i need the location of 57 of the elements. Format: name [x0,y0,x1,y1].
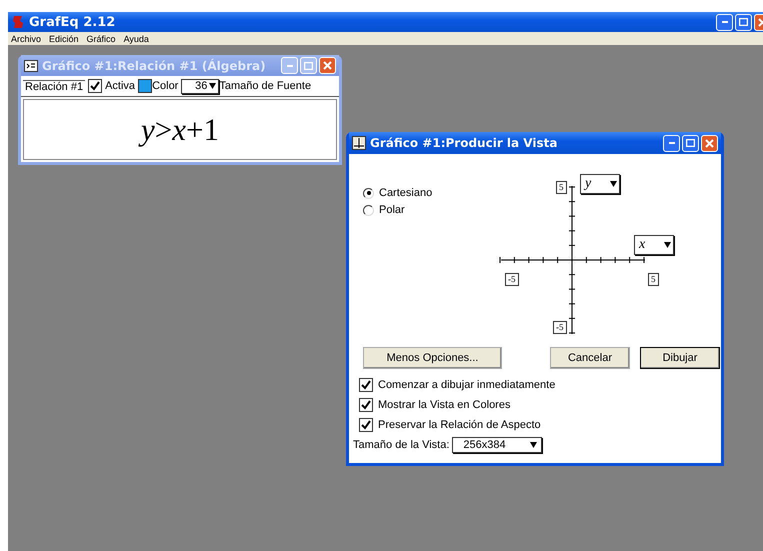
minimize-icon [722,21,728,23]
equation-icon [24,58,38,72]
maximize-icon [304,62,313,70]
view-size-dropdown[interactable]: 256x384 [452,437,542,453]
window-title: GrafEq 2.12 [29,14,116,30]
caret-icon [530,442,538,448]
option-checkbox[interactable] [359,378,373,392]
minimize-icon [286,64,292,66]
y-max-field[interactable]: 5 [556,181,566,194]
app-icon [11,15,25,29]
window-title: Gráfico #1:Producir la Vista [370,136,558,150]
maximize-button[interactable] [682,134,699,152]
option-checkbox[interactable] [359,398,373,412]
menu-item[interactable]: Archivo [11,34,42,44]
radio-label: Polar [379,204,405,216]
option-checkbox[interactable] [359,418,373,432]
menu-item[interactable]: Edición [49,34,79,44]
caret-icon [209,83,216,89]
menu-item[interactable]: Ayuda [124,34,149,44]
dialog-button[interactable]: Menos Opciones... [363,347,502,369]
maximize-icon [686,139,695,147]
option-label: Preservar la Relación de Aspecto [378,419,541,431]
option-label: Mostrar la Vista en Colores [378,399,510,411]
font-size-dropdown[interactable]: 36 [181,78,220,94]
dialog-button[interactable]: Cancelar [550,347,630,369]
relation-tab[interactable]: Relación #1 [23,80,86,92]
radio-label: Cartesiano [379,187,432,199]
close-icon [705,138,714,148]
caret-icon [664,242,671,248]
minimize-button[interactable] [716,14,733,30]
option-label: Comenzar a dibujar inmediatamente [378,379,556,391]
active-label: Activa [105,80,136,92]
minimize-icon [668,142,674,144]
relation-expression[interactable]: y>x+1 [23,99,337,160]
close-button[interactable] [319,57,336,74]
maximize-icon [739,18,748,26]
minimize-button[interactable] [663,134,680,152]
active-checkbox[interactable] [88,79,102,93]
close-icon [323,61,332,70]
x-variable-dropdown[interactable]: x [634,235,674,255]
view-size-label: Tamaño de la Vista: [353,439,450,451]
dialog-button[interactable]: Dibujar [640,347,720,369]
radio-button[interactable] [363,204,374,216]
color-label: Color [152,80,178,92]
radio-button[interactable] [363,188,374,198]
x-min-field[interactable]: -5 [505,273,518,286]
x-max-field[interactable]: 5 [648,273,658,286]
menu-item[interactable]: Gráfico [86,34,116,44]
color-swatch[interactable] [138,79,152,93]
close-button[interactable] [701,134,718,152]
axes-icon [352,136,366,150]
maximize-button[interactable] [735,14,752,30]
font-size-label: Tamaño de Fuente [219,80,312,92]
caret-icon [610,181,617,187]
y-min-field[interactable]: -5 [553,321,566,334]
window-title: Gráfico #1:Relación #1 (Álgebra) [42,58,267,72]
y-variable-dropdown[interactable]: y [580,174,620,194]
